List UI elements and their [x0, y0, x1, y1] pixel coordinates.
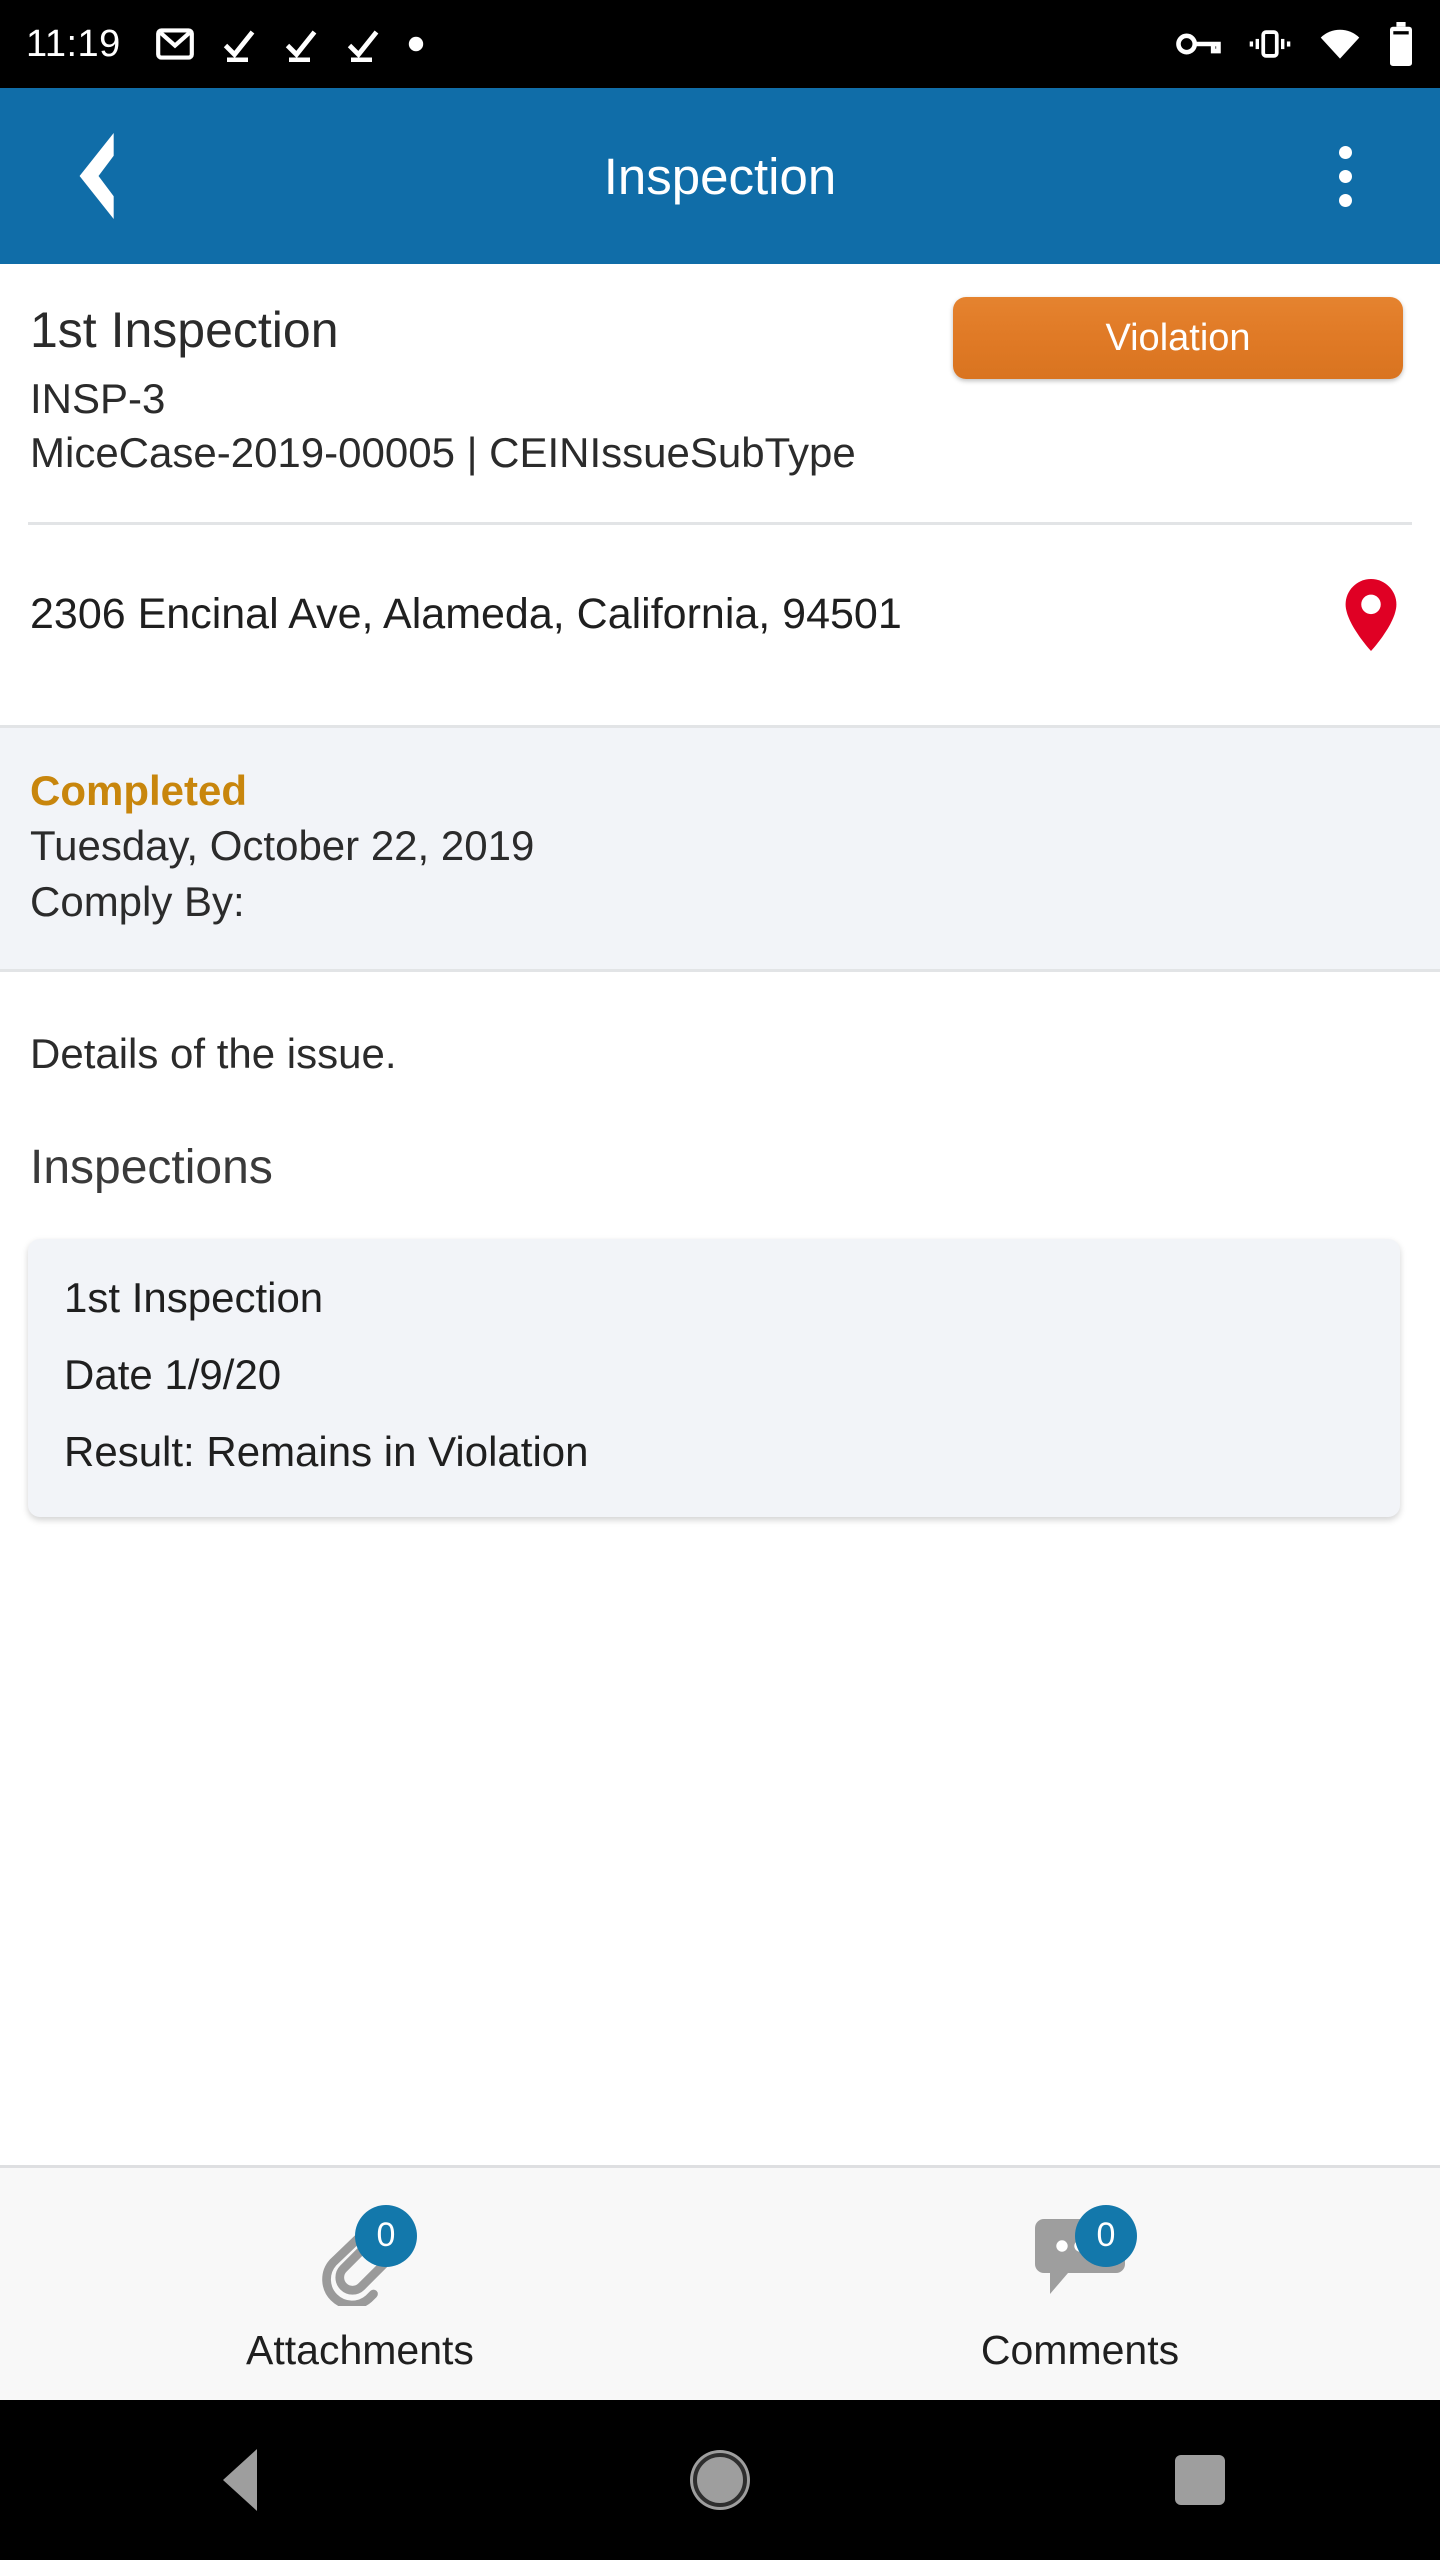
nav-back-icon	[223, 2449, 257, 2511]
comments-button[interactable]: 0 Comments	[720, 2168, 1440, 2400]
page-title: Inspection	[603, 147, 837, 205]
nav-recents-button[interactable]	[960, 2455, 1440, 2505]
inspection-card-title: 1st Inspection	[64, 1273, 324, 1321]
overflow-dot	[1338, 169, 1352, 183]
comments-count-badge: 0	[1075, 2204, 1137, 2267]
map-pin-button[interactable]	[1336, 578, 1406, 651]
issue-details-text: Details of the issue.	[30, 1029, 397, 1077]
record-case-line: MiceCase-2019-00005 | CEINIssueSubType	[30, 428, 856, 476]
comments-label: Comments	[980, 2326, 1180, 2373]
map-pin-icon	[1345, 578, 1397, 651]
comments-icon-wrap: 0	[1015, 2203, 1145, 2313]
address-row[interactable]: 2306 Encinal Ave, Alameda, California, 9…	[0, 525, 1440, 651]
android-nav-bar	[0, 2400, 1440, 2560]
content-area: 1st Inspection INSP-3 MiceCase-2019-0000…	[0, 264, 1440, 1517]
overflow-menu-button[interactable]	[1300, 116, 1390, 236]
inspection-card-result: Result: Remains in Violation	[64, 1427, 589, 1475]
record-header: 1st Inspection INSP-3 MiceCase-2019-0000…	[0, 264, 1440, 480]
status-bar: 11:19	[0, 0, 1440, 88]
nav-home-icon	[693, 2453, 747, 2507]
violation-status-badge[interactable]: Violation	[953, 297, 1403, 379]
status-bar-system-icons	[1176, 22, 1414, 66]
vibrate-icon	[1249, 30, 1291, 58]
record-code: INSP-3	[30, 375, 166, 422]
vpn-key-icon	[1176, 33, 1221, 55]
dot-icon	[408, 36, 423, 52]
status-panel: Completed Tuesday, October 22, 2019 Comp…	[0, 724, 1440, 972]
back-chevron-icon	[79, 133, 114, 219]
overflow-dot	[1338, 145, 1352, 159]
app-bar: Inspection	[0, 88, 1440, 264]
inspection-card-date: Date 1/9/20	[64, 1350, 282, 1398]
status-date: Tuesday, October 22, 2019	[30, 822, 535, 870]
nav-home-button[interactable]	[480, 2453, 960, 2507]
nav-recents-icon	[1175, 2455, 1225, 2505]
status-bar-notification-icons	[155, 26, 425, 62]
inspections-section-heading: Inspections	[30, 1140, 273, 1194]
attachments-count-badge: 0	[355, 2204, 417, 2267]
status-comply-by: Comply By:	[30, 877, 245, 925]
gmail-icon	[155, 28, 194, 60]
status-state: Completed	[30, 766, 248, 814]
attachments-button[interactable]: 0 Attachments	[0, 2168, 720, 2400]
address-text: 2306 Encinal Ave, Alameda, California, 9…	[30, 590, 902, 638]
inspection-card[interactable]: 1st Inspection Date 1/9/20 Result: Remai…	[28, 1238, 1400, 1517]
violation-badge-label: Violation	[1105, 316, 1251, 359]
overflow-dot	[1338, 193, 1352, 207]
battery-icon	[1390, 22, 1412, 66]
check-icon	[223, 30, 255, 62]
nav-back-button[interactable]	[0, 2449, 480, 2511]
attachments-label: Attachments	[246, 2326, 474, 2373]
attachments-icon-wrap: 0	[295, 2203, 425, 2313]
status-bar-clock: 11:19	[26, 22, 121, 65]
bottom-action-bar: 0 Attachments 0 Comments	[0, 2165, 1440, 2400]
phone-screen: 11:19 Inspection 1st Inspection INSP-3 M…	[0, 0, 1440, 2560]
check-icon	[347, 30, 379, 62]
wifi-icon	[1320, 29, 1360, 59]
back-button[interactable]	[36, 116, 156, 236]
check-icon	[285, 30, 317, 62]
